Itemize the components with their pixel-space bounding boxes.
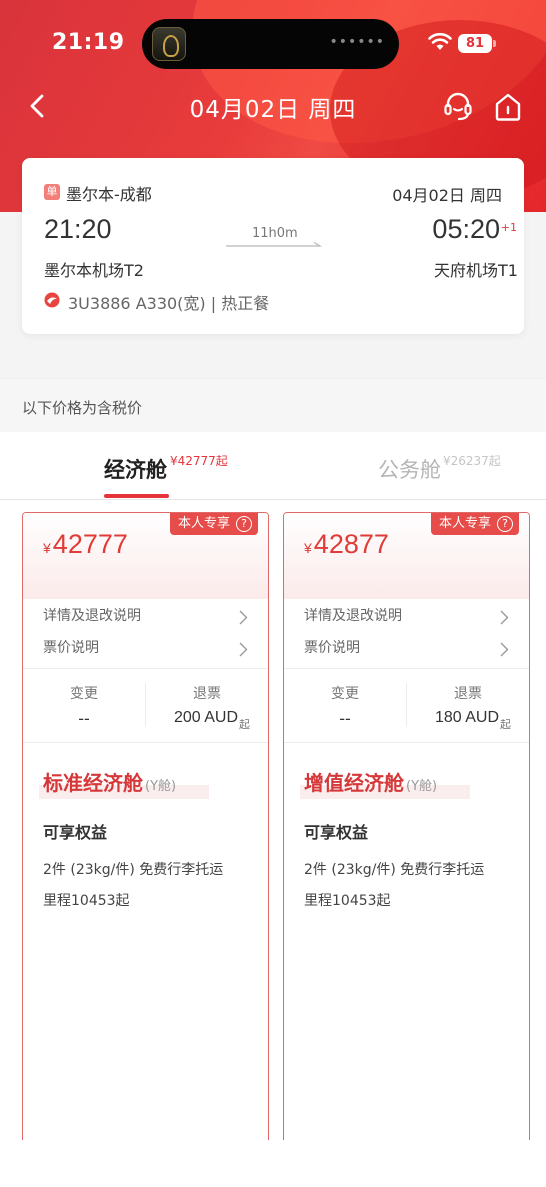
fare-card[interactable]: 本人专享 ? ¥42777 详情及退改说明 票价说明 变更 退票 -- 200 … xyxy=(22,512,269,1152)
exclusive-badge-label: 本人专享 xyxy=(177,516,230,531)
chevron-right-icon xyxy=(500,610,509,625)
fare-price-value: 42877 xyxy=(313,529,389,559)
flight-number-aircraft-meal: 3U3886 A330(宽) | 热正餐 xyxy=(68,294,270,313)
baggage-benefit: 2件 (23kg/件) 免费行李托运 xyxy=(43,862,224,878)
chevron-right-icon xyxy=(239,610,248,625)
benefits-title: 可享权益 xyxy=(43,823,108,842)
column-divider xyxy=(145,683,146,727)
fare-price: ¥42877 xyxy=(304,529,389,560)
navigation-bar: 04月02日 周四 xyxy=(0,88,546,126)
airline-logo-icon xyxy=(44,292,60,308)
departure-airport: 墨尔本机场T2 xyxy=(44,261,144,280)
mileage-benefit: 里程10453起 xyxy=(304,893,391,909)
refund-label: 退票 xyxy=(193,686,221,702)
baggage-benefit: 2件 (23kg/件) 免费行李托运 xyxy=(304,862,485,878)
cabin-code: (Y舱) xyxy=(145,779,177,794)
details-refund-link[interactable]: 详情及退改说明 xyxy=(304,605,509,633)
refund-fee-suffix: 起 xyxy=(239,718,250,731)
price-explanation-label: 票价说明 xyxy=(43,640,99,656)
question-icon[interactable]: ? xyxy=(497,516,513,532)
currency-symbol: ¥ xyxy=(43,540,51,556)
tab-business[interactable]: 公务舱 xyxy=(378,454,441,484)
fare-price: ¥42777 xyxy=(43,529,128,560)
details-refund-label: 详情及退改说明 xyxy=(304,608,402,624)
change-label: 变更 xyxy=(331,686,359,702)
currency-symbol: ¥ xyxy=(304,540,312,556)
cabin-class-label: 增值经济舱 xyxy=(304,771,404,795)
price-explanation-link[interactable]: 票价说明 xyxy=(43,637,248,665)
exclusive-badge-label: 本人专享 xyxy=(438,516,491,531)
dynamic-island: •••••• xyxy=(142,19,399,69)
bottom-area xyxy=(0,1140,546,1187)
arrival-airport: 天府机场T1 xyxy=(434,261,518,280)
refund-fee: 200 AUD xyxy=(173,709,238,726)
tax-note: 以下价格为含税价 xyxy=(22,399,143,417)
change-fee: -- xyxy=(78,709,90,728)
exclusive-badge: 本人专享 ? xyxy=(430,513,519,535)
refund-label: 退票 xyxy=(454,686,482,702)
headset-icon[interactable] xyxy=(442,90,474,122)
cabin-code: (Y舱) xyxy=(406,779,438,794)
live-activity-app-icon xyxy=(152,27,186,61)
home-icon[interactable] xyxy=(493,92,523,122)
tab-economy-price: ¥42777起 xyxy=(170,454,228,468)
cabin-tabs: 经济舱 ¥42777起 公务舱 ¥26237起 xyxy=(0,432,546,500)
arrival-time: 05:20 xyxy=(432,214,500,244)
fare-list: 本人专享 ? ¥42777 详情及退改说明 票价说明 变更 退票 -- 200 … xyxy=(0,500,546,1152)
cabin-class-name: 增值经济舱 (Y舱) xyxy=(304,767,437,796)
details-refund-link[interactable]: 详情及退改说明 xyxy=(43,605,248,633)
refund-fee-suffix: 起 xyxy=(500,718,511,731)
tab-business-price: ¥26237起 xyxy=(443,454,501,468)
next-day-indicator: +1 xyxy=(500,221,517,234)
tax-note-bar: 以下价格为含税价 xyxy=(0,378,546,432)
more-dots-icon: •••••• xyxy=(329,34,385,50)
question-icon[interactable]: ? xyxy=(236,516,252,532)
flight-date: 04月02日 周四 xyxy=(392,186,502,205)
flight-summary-card: 单 墨尔本-成都 04月02日 周四 21:20 11h0m 05:20 +1 … xyxy=(22,158,524,334)
fare-card[interactable]: 本人专享 ? ¥42877 详情及退改说明 票价说明 变更 退票 -- 180 … xyxy=(283,512,530,1152)
change-fee: -- xyxy=(339,709,351,728)
refund-fee: 180 AUD xyxy=(434,709,499,726)
wifi-icon xyxy=(428,33,452,50)
change-label: 变更 xyxy=(70,686,98,702)
departure-time: 21:20 xyxy=(44,214,112,244)
chevron-right-icon xyxy=(239,642,248,657)
divider xyxy=(284,668,529,669)
flight-duration: 11h0m xyxy=(252,226,298,241)
flight-arrow-icon xyxy=(226,242,322,247)
route-label: 墨尔本-成都 xyxy=(66,185,152,204)
mileage-benefit: 里程10453起 xyxy=(43,893,130,909)
one-way-tag: 单 xyxy=(44,184,60,200)
cabin-class-label: 标准经济舱 xyxy=(43,771,143,795)
chevron-right-icon xyxy=(500,642,509,657)
column-divider xyxy=(406,683,407,727)
divider xyxy=(23,668,268,669)
fare-price-value: 42777 xyxy=(52,529,128,559)
divider xyxy=(23,742,268,743)
divider xyxy=(284,742,529,743)
battery-indicator: 81 xyxy=(458,34,492,53)
price-explanation-link[interactable]: 票价说明 xyxy=(304,637,509,665)
cabin-class-name: 标准经济舱 (Y舱) xyxy=(43,767,176,796)
battery-tip xyxy=(493,40,496,47)
status-bar: 21:19 •••••• 81 xyxy=(0,0,546,88)
tab-economy[interactable]: 经济舱 xyxy=(104,454,167,484)
details-refund-label: 详情及退改说明 xyxy=(43,608,141,624)
benefits-title: 可享权益 xyxy=(304,823,369,842)
price-explanation-label: 票价说明 xyxy=(304,640,360,656)
exclusive-badge: 本人专享 ? xyxy=(169,513,258,535)
status-time: 21:19 xyxy=(52,30,125,55)
active-tab-indicator xyxy=(104,494,169,498)
